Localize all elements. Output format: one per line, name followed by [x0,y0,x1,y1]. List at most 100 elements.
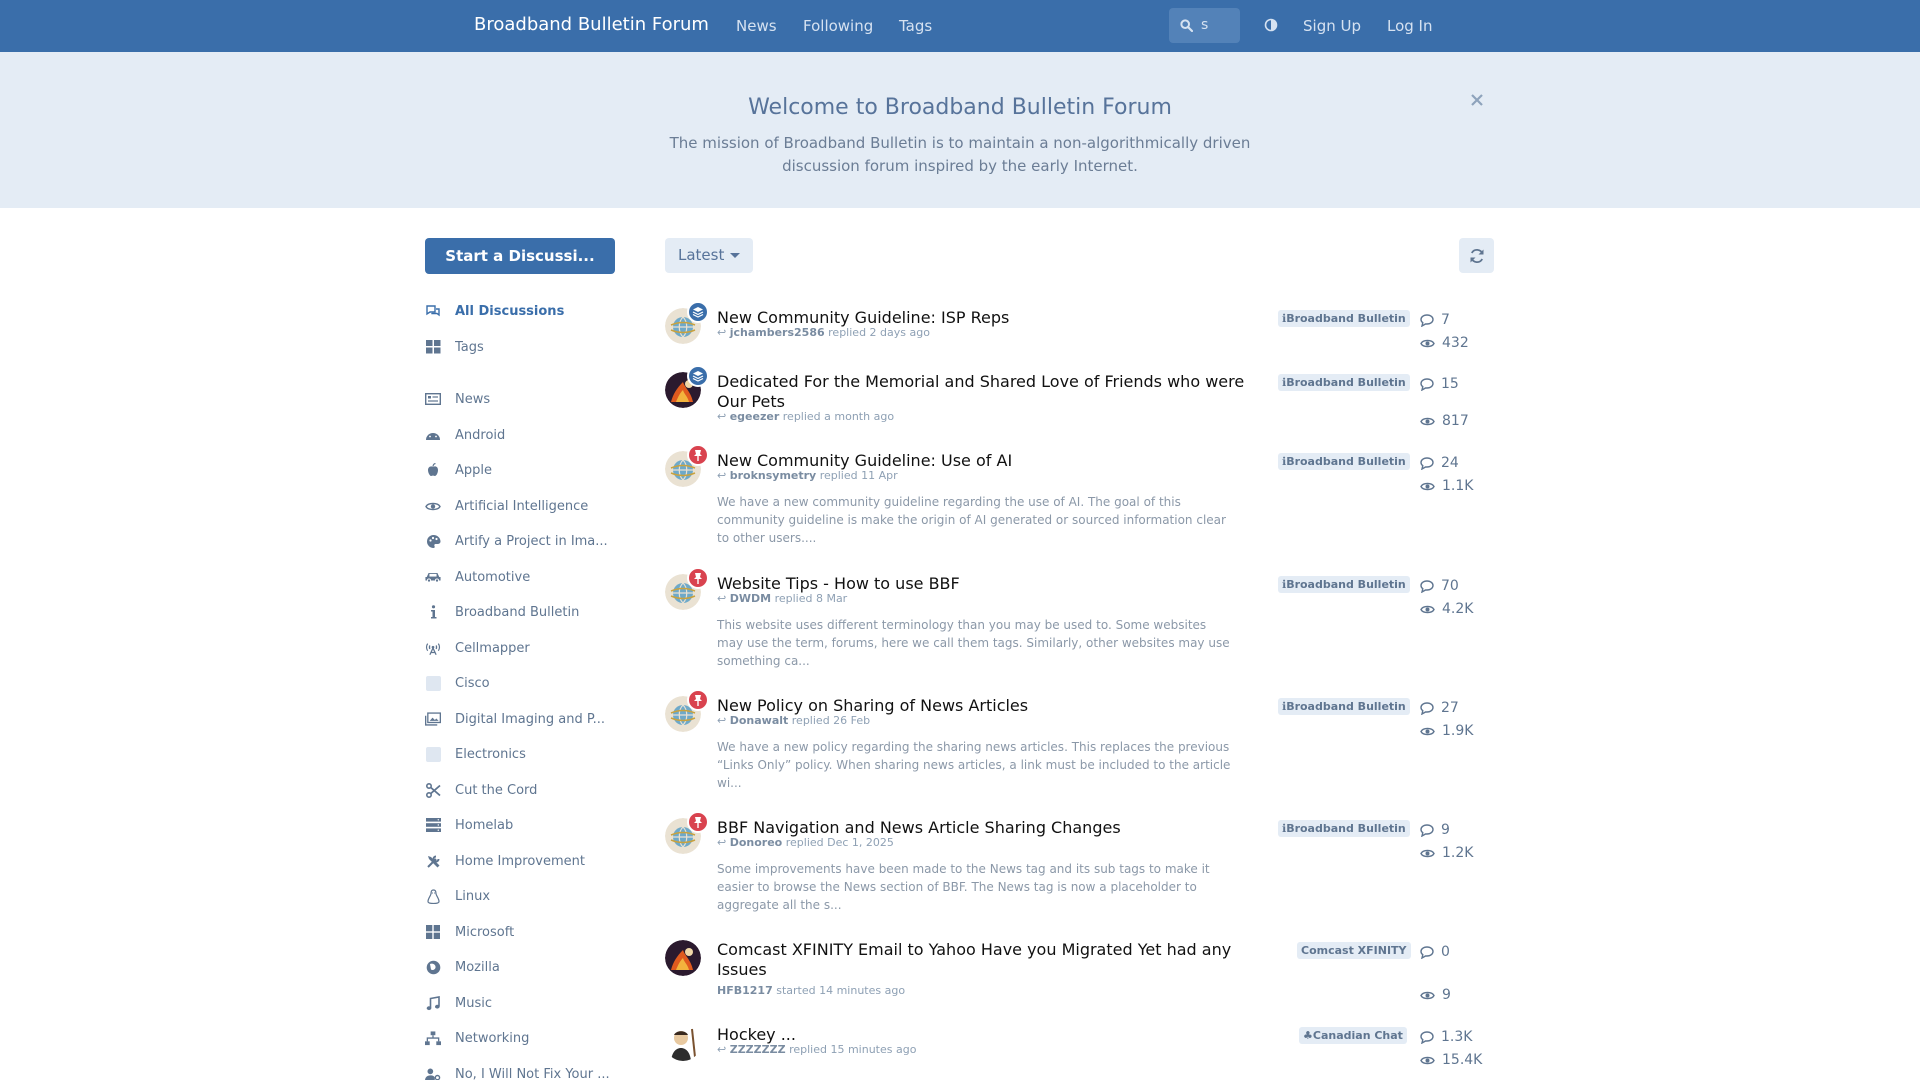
discussion-tag[interactable]: ℹBroadband Bulletin [1278,698,1410,715]
avatar[interactable] [665,940,701,976]
pinned-badge [687,567,709,589]
discussion-tag[interactable]: ℹBroadband Bulletin [1278,310,1410,327]
eye-icon [1420,1056,1435,1064]
start-discussion-button[interactable]: Start a Discussi... [425,238,615,274]
search-icon [1180,19,1193,32]
sidebar-item-label: Cellmapper [455,640,530,656]
sidebar-item-homelab[interactable]: Homelab [425,813,625,837]
sidebar-item-networking[interactable]: Networking [425,1026,625,1050]
discussion-action: replied 8 Mar [774,592,848,605]
sidebar-item-automotive[interactable]: Automotive [425,565,625,589]
comment-icon [1420,456,1434,470]
avatar[interactable] [665,1025,701,1061]
sticky-badge [687,301,709,323]
sidebar-item-tags[interactable]: Tags [425,335,625,359]
discussion-tag[interactable]: ♣Canadian Chat [1299,1027,1407,1044]
discussion-action: replied 2 days ago [828,326,930,339]
sidebar-item-label: All Discussions [455,303,565,319]
discussion-user[interactable]: broknsymetry [730,469,817,482]
discussion-user[interactable]: Donoreo [730,836,783,849]
discussion-meta: ↩ broknsymetry replied 11 Apr [717,469,898,482]
sidebar-item-home-improvement[interactable]: Home Improvement [425,849,625,873]
search-input[interactable]: s [1169,8,1240,43]
pin-icon [694,450,702,461]
pinned-badge [687,444,709,466]
discussion-user[interactable]: HFB1217 [717,984,773,997]
nav-following-link[interactable]: Following [803,17,873,35]
discussion-meta: ↩ Donoreo replied Dec 1, 2025 [717,836,894,849]
sidebar-item-apple[interactable]: Apple [425,458,625,482]
nav-news-link[interactable]: News [736,17,777,35]
discussion-user[interactable]: egeezer [730,410,780,423]
discussion-user[interactable]: Donawalt [730,714,789,727]
sidebar-item-all-discussions[interactable]: All Discussions [425,299,625,323]
refresh-icon [1470,248,1483,263]
refresh-button[interactable] [1459,238,1494,273]
log-in-button[interactable]: Log In [1387,17,1433,35]
close-icon[interactable] [1471,94,1483,106]
discussion-title[interactable]: New Community Guideline: Use of AI [717,451,1247,471]
sidebar-item-cisco[interactable]: Cisco [425,671,625,695]
reply-icon: ↩ [717,469,727,482]
view-count: 817 [1420,412,1469,430]
sidebar-item-news[interactable]: News [425,387,625,411]
nav-tags-link[interactable]: Tags [899,17,932,35]
sign-up-button[interactable]: Sign Up [1303,17,1361,35]
sidebar-item-cut-the-cord[interactable]: Cut the Cord [425,778,625,802]
sticky-badge [687,365,709,387]
tags-grid-icon [425,339,441,355]
tag-label: Canadian Chat [1312,1029,1403,1042]
reply-count: 70 [1420,577,1459,595]
pin-icon [694,695,702,706]
discussion-tag[interactable]: Comcast XFINITY [1297,942,1411,959]
theme-toggle-icon[interactable] [1264,18,1278,32]
sidebar-item-broadband-bulletin[interactable]: Broadband Bulletin [425,600,625,624]
sidebar-item-android[interactable]: Android [425,423,625,447]
sidebar-item-label: Android [455,427,506,443]
sidebar-item-label: Cisco [455,675,490,691]
caret-down-icon [730,253,741,258]
eye-icon [1420,605,1435,613]
sidebar-item-linux[interactable]: Linux [425,884,625,908]
discussion-meta: ↩ ZZZZZZZ replied 15 minutes ago [717,1043,916,1056]
discussion-action: replied 15 minutes ago [789,1043,917,1056]
sort-dropdown[interactable]: Latest [665,238,753,273]
sidebar-item-digital-imaging[interactable]: Digital Imaging and P... [425,707,625,731]
view-count: 1.1K [1420,477,1473,495]
discussion-tag[interactable]: ℹBroadband Bulletin [1278,576,1410,593]
sidebar-item-mozilla[interactable]: Mozilla [425,955,625,979]
forum-title-link[interactable]: Broadband Bulletin Forum [474,14,709,35]
discussion-meta: ↩ Donawalt replied 26 Feb [717,714,870,727]
discussion-title[interactable]: New Community Guideline: ISP Reps [717,308,1247,328]
sidebar-item-no-i-will-not-fix[interactable]: No, I Will Not Fix Your ... [425,1062,625,1080]
discussion-tag[interactable]: ℹBroadband Bulletin [1278,820,1410,837]
top-navbar: Broadband Bulletin Forum News Following … [0,0,1920,52]
discussion-title[interactable]: Hockey ... [717,1025,1247,1045]
tag-label: Comcast XFINITY [1301,944,1407,957]
reply-count: 9 [1420,821,1450,839]
discussion-excerpt: This website uses different terminology … [717,618,1230,668]
maple-leaf-icon: ♣ [1303,1029,1313,1042]
discussion-title[interactable]: Website Tips - How to use BBF [717,574,1247,594]
eye-icon [425,498,441,514]
discussion-user[interactable]: ZZZZZZZ [730,1043,786,1056]
sidebar-item-music[interactable]: Music [425,991,625,1015]
eye-icon [1420,849,1435,857]
reply-count: 24 [1420,454,1459,472]
discussion-title[interactable]: BBF Navigation and News Article Sharing … [717,818,1247,838]
sidebar-item-label: News [455,391,491,407]
sidebar-item-ai[interactable]: Artificial Intelligence [425,494,625,518]
sidebar-item-microsoft[interactable]: Microsoft [425,920,625,944]
discussion-tag[interactable]: ℹBroadband Bulletin [1278,374,1410,391]
sidebar-item-electronics[interactable]: Electronics [425,742,625,766]
eye-icon [1420,339,1435,347]
sidebar-item-artify[interactable]: Artify a Project in Ima... [425,529,625,553]
hero-text: The mission of Broadband Bulletin is to … [669,134,1251,175]
discussion-title[interactable]: New Policy on Sharing of News Articles [717,696,1247,716]
discussion-user[interactable]: jchambers2586 [730,326,825,339]
discussion-user[interactable]: DWDM [730,592,771,605]
sidebar-item-cellmapper[interactable]: Cellmapper [425,636,625,660]
discussion-tag[interactable]: ℹBroadband Bulletin [1278,453,1410,470]
discussion-title[interactable]: Comcast XFINITY Email to Yahoo Have you … [717,940,1247,980]
discussion-title[interactable]: Dedicated For the Memorial and Shared Lo… [717,372,1247,412]
